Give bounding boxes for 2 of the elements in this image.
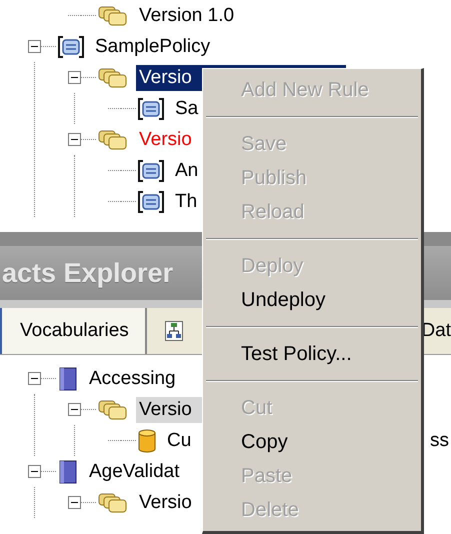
panel-title: acts Explorer <box>2 258 174 288</box>
tree-item-text: ss <box>430 430 450 452</box>
